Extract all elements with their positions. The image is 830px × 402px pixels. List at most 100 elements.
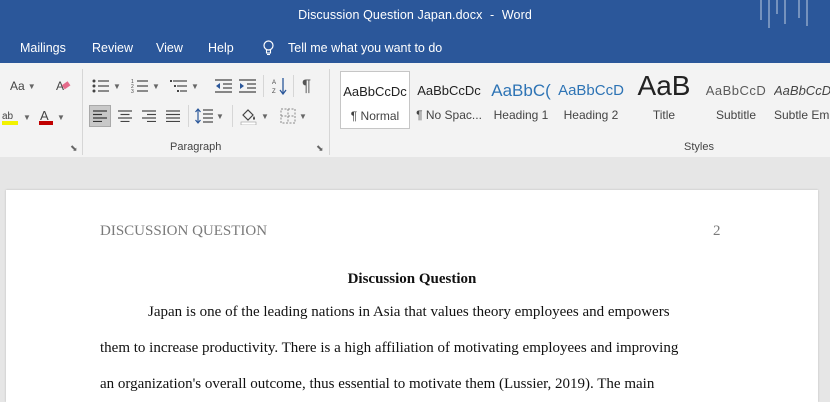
svg-text:3: 3: [131, 89, 134, 94]
ribbon-tabs: Mailings Review View Help Tell me what y…: [0, 33, 830, 63]
svg-text:A: A: [40, 108, 49, 123]
document-page[interactable]: DISCUSSION QUESTION 2 Discussion Questio…: [6, 190, 818, 402]
divider: [232, 105, 233, 127]
paragraph-dialog-launcher-icon[interactable]: ⬊: [316, 143, 324, 154]
tab-help[interactable]: Help: [208, 41, 234, 55]
tab-review[interactable]: Review: [92, 41, 133, 55]
divider: [293, 75, 294, 97]
clear-formatting-icon[interactable]: A: [56, 77, 72, 93]
paint-bucket-icon: [240, 109, 257, 125]
show-formatting-marks-button[interactable]: ¶: [302, 75, 311, 97]
style-preview: AaBbCcDc: [774, 83, 830, 98]
increase-indent-button[interactable]: [239, 76, 257, 96]
line-spacing-icon: [195, 108, 213, 124]
chevron-down-icon: ▼: [57, 112, 65, 122]
font-color-icon: A: [39, 108, 53, 125]
font-color-swatch: [39, 121, 53, 125]
body-line-3: an organization's overall outcome, thus …: [100, 376, 655, 392]
styles-group-label: Styles: [684, 141, 714, 153]
align-center-icon: [118, 110, 132, 122]
style-name: Heading 2: [563, 108, 619, 122]
sort-button[interactable]: AZ: [272, 76, 288, 96]
running-header: DISCUSSION QUESTION: [100, 223, 268, 239]
font-dialog-launcher-icon[interactable]: ⬊: [70, 143, 78, 154]
chevron-down-icon: ▼: [152, 81, 160, 91]
chevron-down-icon: ▼: [191, 81, 199, 91]
change-case-label: Aa: [10, 79, 25, 93]
app-name: Word: [501, 8, 532, 22]
styles-gallery: AaBbCcDc ¶ Normal AaBbCcDc ¶ No Spac... …: [340, 71, 830, 129]
multilevel-list-button[interactable]: ▼: [170, 76, 199, 96]
align-right-icon: [142, 110, 156, 122]
style-heading-1[interactable]: AaBbC( Heading 1: [488, 71, 554, 129]
chevron-down-icon: ▼: [113, 81, 121, 91]
body-line-2: them to increase productivity. There is …: [100, 340, 679, 356]
justify-button[interactable]: [164, 105, 182, 127]
title-bar: Discussion Question Japan.docx - Word: [0, 0, 830, 33]
style-title[interactable]: AaB Title: [628, 71, 700, 129]
bullets-icon: [92, 79, 109, 93]
chevron-down-icon: ▼: [23, 112, 31, 122]
align-center-button[interactable]: [116, 105, 134, 127]
multilevel-list-icon: [170, 80, 187, 92]
document-name: Discussion Question Japan.docx: [298, 8, 483, 22]
borders-button[interactable]: ▼: [280, 106, 307, 126]
borders-icon: [280, 108, 296, 124]
style-name: ¶ No Spac...: [416, 108, 482, 122]
style-no-spacing[interactable]: AaBbCcDc ¶ No Spac...: [414, 71, 484, 129]
decrease-indent-icon: [215, 79, 232, 93]
style-name: Subtle Em: [774, 108, 830, 122]
style-preview: AaBbC(: [491, 81, 551, 100]
tab-mailings[interactable]: Mailings: [20, 41, 66, 55]
align-left-button[interactable]: [89, 105, 111, 127]
style-subtitle[interactable]: AaBbCcD Subtitle: [702, 71, 770, 129]
style-subtle-emphasis[interactable]: AaBbCcDc Subtle Em: [774, 71, 830, 129]
pilcrow-icon: ¶: [302, 76, 312, 95]
document-canvas: DISCUSSION QUESTION 2 Discussion Questio…: [0, 157, 830, 402]
divider: [263, 75, 264, 97]
highlight-color-button[interactable]: ab ▼: [2, 107, 31, 127]
style-preview: AaBbCcDc: [417, 83, 481, 98]
style-preview: AaBbCcDc: [343, 84, 407, 99]
style-normal[interactable]: AaBbCcDc ¶ Normal: [340, 71, 410, 129]
change-case-button[interactable]: Aa ▼: [10, 77, 36, 95]
group-divider: [329, 69, 330, 155]
chevron-down-icon: ▼: [216, 111, 224, 121]
align-right-button[interactable]: [140, 105, 158, 127]
bullets-button[interactable]: ▼: [92, 76, 121, 96]
ribbon: Aa ▼ A ab ▼ A ▼ ⬊ ▼ 123 ▼ ▼ A Z ¶ ▼ ▼ ▼ …: [0, 63, 830, 158]
style-name: Heading 1: [493, 108, 549, 122]
svg-text:Z: Z: [272, 89, 276, 95]
tab-view[interactable]: View: [156, 41, 183, 55]
line-spacing-button[interactable]: ▼: [195, 106, 224, 126]
increase-indent-icon: [239, 79, 256, 93]
document-heading: Discussion Question: [347, 271, 477, 287]
window-title: Discussion Question Japan.docx - Word: [0, 8, 830, 22]
tell-me-search[interactable]: Tell me what you want to do: [288, 41, 442, 55]
svg-text:A: A: [272, 80, 276, 86]
align-left-icon: [93, 110, 107, 122]
style-heading-2[interactable]: AaBbCcD Heading 2: [558, 71, 624, 129]
shading-button[interactable]: ▼: [240, 106, 269, 126]
title-separator: -: [490, 8, 495, 22]
lightbulb-icon[interactable]: [262, 40, 275, 56]
title-bar-decoration: [760, 0, 808, 28]
style-name: Title: [652, 108, 676, 122]
numbering-button[interactable]: 123 ▼: [131, 76, 160, 96]
style-preview: AaBbCcD: [558, 82, 624, 99]
svg-text:ab: ab: [2, 111, 14, 122]
chevron-down-icon: ▼: [261, 111, 269, 121]
numbering-icon: 123: [131, 79, 148, 94]
style-preview: AaB: [637, 71, 691, 101]
font-color-button[interactable]: A ▼: [38, 107, 65, 127]
divider: [188, 105, 189, 127]
page-number: 2: [713, 223, 721, 239]
decrease-indent-button[interactable]: [215, 76, 233, 96]
chevron-down-icon: ▼: [299, 111, 307, 121]
body-line-1: Japan is one of the leading nations in A…: [148, 304, 670, 320]
highlighter-icon: ab: [2, 111, 18, 125]
group-divider: [82, 69, 83, 155]
paragraph-group-label: Paragraph: [170, 141, 222, 153]
sort-icon: AZ: [272, 78, 287, 95]
highlight-color-swatch: [2, 121, 18, 125]
